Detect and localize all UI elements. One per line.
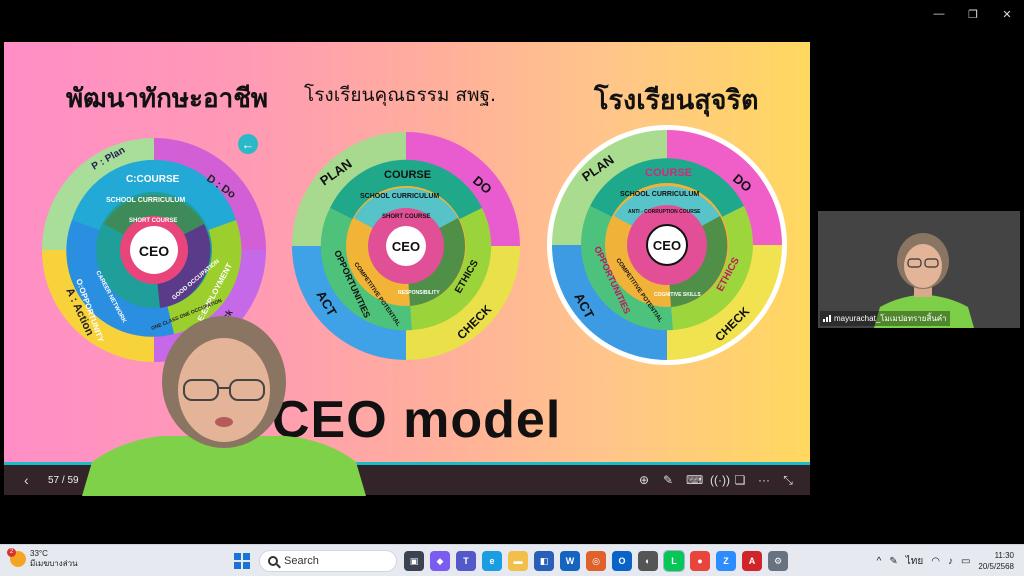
app-icon[interactable]: ◐ [638, 551, 658, 571]
search-placeholder: Search [284, 555, 319, 567]
taskbar: 2 33°C มีเมฆบางส่วน Search ▣ ◆ T e ▬ ◧ W… [0, 544, 1024, 576]
slide-tools: ⊕ ✎ ⌨ ((·)) ❏ ··· ⤡ [638, 473, 794, 488]
word-icon[interactable]: W [560, 551, 580, 571]
task-view-icon[interactable]: ▣ [404, 551, 424, 571]
wheel2-course-label: COURSE [384, 169, 431, 181]
pen-icon[interactable]: ✎ [662, 473, 674, 488]
zoom-app-icon[interactable]: Z [716, 551, 736, 571]
wheel2-short-course-label: SHORT COURSE [382, 214, 430, 220]
outlook-icon[interactable]: O [612, 551, 632, 571]
weather-description: มีเมฆบางส่วน [30, 559, 78, 568]
time: 11:30 [994, 551, 1014, 560]
ceo-wheel-integrity: CEO PLAN DO CHECK ACT COURSE SCHOOL CURR… [542, 120, 792, 375]
zoom-icon[interactable]: ⊕ [638, 473, 650, 488]
system-tray: ^ ✎ ไทย ◠ ♪ ▭ 11:30 20/5/2568 [877, 550, 1014, 572]
close-button[interactable]: ✕ [990, 0, 1024, 28]
wheel1-short-course-label: SHORT COURSE [129, 218, 177, 224]
acrobat-icon[interactable]: A [742, 551, 762, 571]
date: 20/5/2568 [978, 562, 1014, 571]
store-icon[interactable]: ◧ [534, 551, 554, 571]
participant-name-label: mayurachat_โมเมปอทรายสิ้นคำ [820, 311, 950, 326]
line-icon[interactable]: L [663, 550, 685, 572]
slide-title-career-skills: พัฒนาทักษะอาชีพ [66, 84, 268, 114]
broadcast-icon[interactable]: ((·)) [710, 473, 730, 488]
temperature: 33°C [30, 549, 48, 558]
settings-gear-icon[interactable]: ⚙ [768, 551, 788, 571]
search-icon [268, 556, 278, 566]
presenter-video [82, 312, 366, 496]
copilot-icon[interactable]: ◆ [430, 551, 450, 571]
restore-button[interactable]: ❐ [956, 0, 990, 28]
presenter-view-icon[interactable]: ❏ [734, 473, 746, 488]
volume-icon[interactable]: ♪ [948, 556, 953, 567]
more-options-icon[interactable]: ··· [758, 473, 770, 488]
taskbar-search-box[interactable]: Search [259, 550, 397, 572]
subtitles-icon[interactable]: ⌨ [686, 473, 703, 488]
wheel2-responsibility-label: RESPONSIBILITY [398, 290, 440, 296]
windows-start-icon[interactable] [234, 553, 250, 569]
exit-fullscreen-icon[interactable]: ⤡ [782, 473, 794, 488]
wheel3-cognitive-label: COGNITIVE SKILLS [654, 292, 701, 298]
battery-icon[interactable]: ▭ [961, 556, 970, 567]
signal-strength-icon [823, 315, 831, 322]
wheel2-curriculum-label: SCHOOL CURRICULUM [360, 193, 439, 200]
wheel2-center: CEO [392, 239, 420, 254]
wheel1-course-label: C:COURSE [126, 174, 180, 185]
previous-slide-button[interactable]: ‹ [24, 472, 29, 488]
file-explorer-icon[interactable]: ▬ [508, 551, 528, 571]
wheel3-anti-label: ANTI - CORRUPTION COURSE [628, 209, 701, 215]
window-controls: — ❐ ✕ [922, 0, 1024, 28]
edge-icon[interactable]: e [482, 551, 502, 571]
tray-overflow-chevron-icon[interactable]: ^ [877, 556, 882, 567]
pinned-apps: ▣ ◆ T e ▬ ◧ W ◎ O ◐ L ● Z A ⚙ [404, 550, 788, 572]
copilot-app-icon[interactable]: ◎ [586, 551, 606, 571]
wheel3-center: CEO [653, 238, 681, 253]
wheel1-center: CEO [139, 243, 169, 259]
weather-widget[interactable]: 2 33°C มีเมฆบางส่วน [7, 548, 78, 569]
wifi-icon[interactable]: ◠ [931, 556, 940, 567]
chrome-icon[interactable]: ● [690, 551, 710, 571]
clock[interactable]: 11:30 20/5/2568 [978, 550, 1014, 572]
partly-cloudy-icon: 2 [7, 548, 26, 567]
wheel3-curriculum-label: SCHOOL CURRICULUM [620, 191, 699, 198]
notification-badge: 2 [7, 548, 16, 557]
minimize-button[interactable]: — [922, 0, 956, 28]
participant-name: mayurachat_โมเมปอทรายสิ้นคำ [834, 314, 947, 323]
pen-menu-icon[interactable]: ✎ [889, 556, 897, 567]
slide-page-counter: 57 / 59 [48, 474, 79, 486]
participant-tile[interactable]: mayurachat_โมเมปอทรายสิ้นคำ [818, 211, 1020, 328]
teams-icon[interactable]: T [456, 551, 476, 571]
slide-title-moral-school: โรงเรียนคุณธรรม สพฐ. [304, 84, 497, 106]
wheel1-curriculum-label: SCHOOL CURRICULUM [106, 197, 185, 204]
wheel3-course-label: COURSE [645, 167, 692, 179]
meeting-window: — ❐ ✕ พัฒนาทักษะอาชีพ โรงเรียนคุณธรรม สพ… [0, 0, 1024, 576]
slide-title-integrity-school: โรงเรียนสุจริต [594, 85, 759, 116]
language-indicator[interactable]: ไทย [906, 554, 923, 569]
